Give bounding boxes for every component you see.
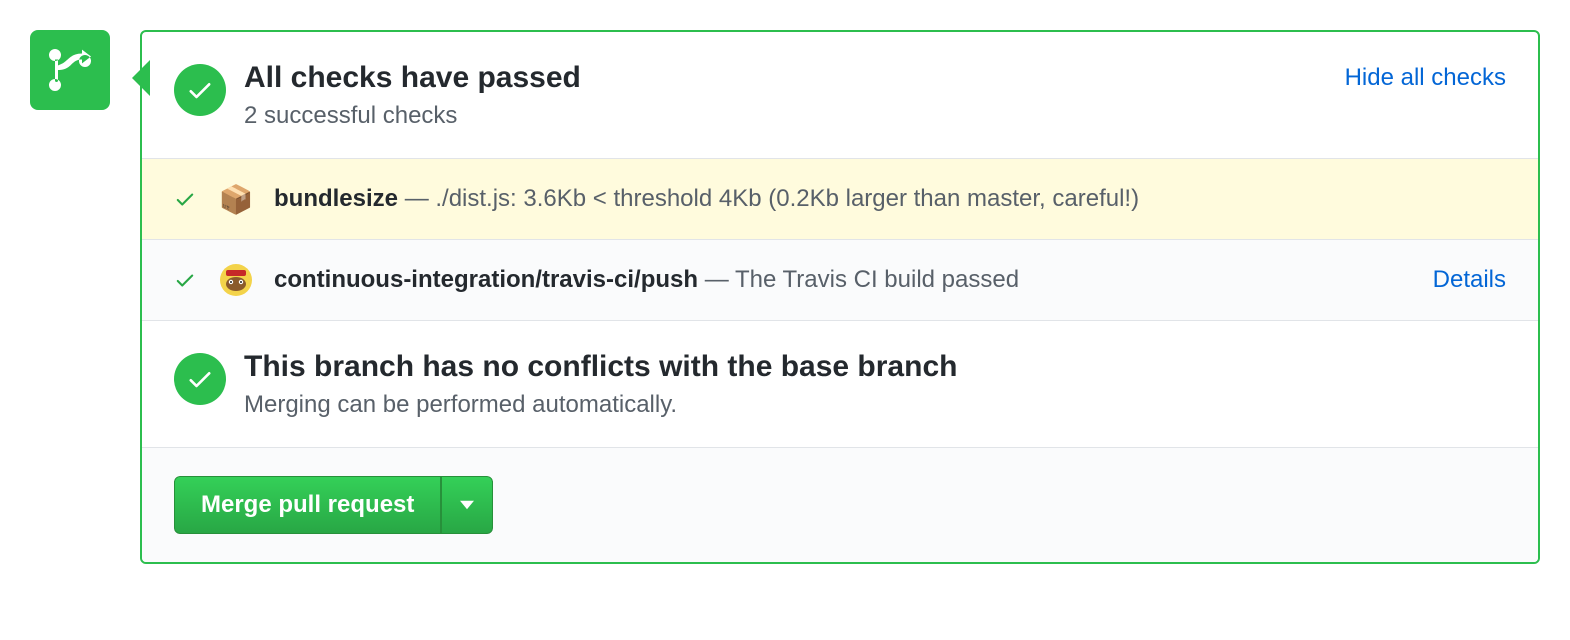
hide-checks-link[interactable]: Hide all checks [1345,64,1506,92]
caret-down-icon [460,500,474,510]
check-avatar-travis [218,262,254,298]
check-status-icon [174,269,198,291]
check-name: bundlesize [274,185,398,212]
merge-pull-request-button[interactable]: Merge pull request [174,476,441,534]
merge-status-title: This branch has no conflicts with the ba… [244,349,1506,385]
merge-options-dropdown[interactable] [441,476,493,534]
check-separator: — [698,266,735,293]
check-separator: — [398,185,435,212]
checks-title: All checks have passed [244,60,1327,96]
check-row-travis: continuous-integration/travis-ci/push — … [142,240,1538,321]
check-name: continuous-integration/travis-ci/push [274,266,698,293]
check-status-icon [174,188,198,210]
check-body: continuous-integration/travis-ci/push — … [274,266,1413,294]
check-description: The Travis CI build passed [735,266,1019,293]
checks-subtitle: 2 successful checks [244,102,1327,130]
merge-status-subtitle: Merging can be performed automatically. [244,391,1506,419]
check-details-link[interactable]: Details [1433,266,1506,294]
merge-timeline-badge [30,30,110,110]
merge-button-group: Merge pull request [174,476,493,534]
checks-list: 📦 bundlesize — ./dist.js: 3.6Kb < thresh… [142,159,1538,321]
check-body: bundlesize — ./dist.js: 3.6Kb < threshol… [274,185,1506,213]
merge-conflict-section: This branch has no conflicts with the ba… [142,321,1538,448]
git-merge-icon [46,46,94,94]
check-description: ./dist.js: 3.6Kb < threshold 4Kb (0.2Kb … [435,185,1139,212]
check-row-bundlesize: 📦 bundlesize — ./dist.js: 3.6Kb < thresh… [142,159,1538,240]
success-check-icon [174,64,226,116]
check-avatar-bundlesize: 📦 [218,181,254,217]
success-check-icon [174,353,226,405]
checks-summary-section: All checks have passed 2 successful chec… [142,32,1538,159]
merge-footer: Merge pull request [142,448,1538,562]
merge-status-box: All checks have passed 2 successful chec… [140,30,1540,564]
travis-icon [218,262,254,298]
